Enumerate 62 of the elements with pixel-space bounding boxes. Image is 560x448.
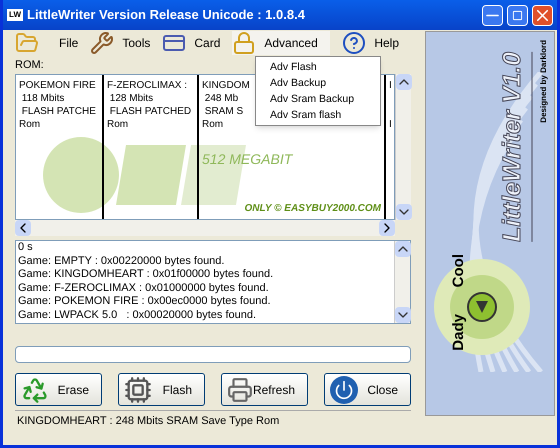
scroll-up-icon[interactable] (395, 241, 411, 257)
folder-icon (15, 31, 39, 55)
scroll-up-icon[interactable] (396, 74, 412, 90)
power-icon (330, 376, 358, 404)
badge-text: Dady (449, 314, 468, 351)
scroll-down-icon[interactable] (396, 204, 412, 220)
scroll-right-icon[interactable] (379, 220, 395, 236)
rom-card-line: 118 Mbits (20, 92, 64, 105)
log-line: Game: POKEMON FIRE : 0x00ec0000 bytes found. (18, 295, 272, 308)
app-icon: LW (7, 9, 23, 21)
rom-banner-caption: 512 MEGABIT (202, 153, 294, 166)
rom-horizontal-scrollbar[interactable] (15, 220, 395, 236)
rom-card-line: I (389, 118, 392, 131)
window-title: LittleWriter Version Release Unicode : 1.0.8.4 (27, 6, 306, 24)
dropdown-item[interactable]: Adv Backup (256, 75, 380, 91)
rom-banner-credit: ONLY © EASYBUY2000.COM (244, 202, 381, 215)
tools-icon (90, 31, 114, 55)
rom-card-line: FLASH PATCHED (108, 105, 192, 118)
menu-item[interactable]: Advanced (232, 31, 330, 55)
designer-credit: Designed by Darklord (538, 40, 549, 123)
action-button[interactable]: Flash (118, 373, 205, 406)
maximize-icon[interactable] (507, 4, 528, 26)
rom-card-line: SRAM S (204, 105, 244, 118)
rom-card-line: KINGDOM (202, 79, 250, 92)
chip-icon (124, 376, 152, 404)
menu-item[interactable]: File (15, 31, 90, 55)
log-line: 0 s (18, 241, 34, 254)
rom-card-line: Rom (19, 118, 40, 131)
rom-card-line: POKEMON FIRE (19, 79, 96, 92)
menu-item[interactable]: Help (342, 31, 411, 55)
rom-card-line: Rom (202, 118, 224, 131)
banner-title: LittleWriter V1.0 (494, 52, 532, 242)
close-icon[interactable] (532, 4, 553, 26)
badge-text: Cool (449, 254, 468, 288)
log-scrollbar[interactable] (394, 241, 410, 323)
rom-card-line: FLASH PATCHE (20, 105, 96, 118)
log-line: Game: F-ZEROCLIMAX : 0x01000000 bytes found. (18, 282, 270, 295)
status-bar: KINGDOMHEART : 248 Mbits SRAM Save Type Rom (15, 410, 411, 430)
menu-item[interactable]: Card (162, 31, 232, 55)
dropdown-item[interactable]: Adv Sram Backup (256, 91, 380, 107)
dropdown-item[interactable]: Adv Flash (256, 59, 380, 75)
action-button[interactable]: Close (324, 373, 411, 406)
rom-card-line: I (389, 79, 392, 92)
log-line: Game: LWPACK 5.0 : 0x00020000 bytes found. (18, 308, 258, 322)
rom-card-line: 248 Mb (204, 92, 238, 105)
log-line: Game: EMPTY : 0x00220000 bytes found. (18, 254, 226, 268)
action-button[interactable]: Refresh (221, 373, 308, 406)
scroll-left-icon[interactable] (15, 220, 31, 236)
rom-label: ROM: (15, 58, 44, 73)
help-icon (342, 31, 366, 55)
scroll-down-icon[interactable] (395, 307, 411, 323)
log-line: Game: KINGDOMHEART : 0x01f00000 bytes found. (18, 268, 274, 282)
action-button[interactable]: Erase (15, 373, 102, 406)
menu-item[interactable]: Tools (90, 31, 162, 55)
rom-card-line: 128 Mbits (108, 92, 154, 105)
rom-card-line: Rom (107, 118, 128, 131)
recycle-bin-icon (21, 376, 49, 404)
dropdown-item[interactable]: Adv Sram flash (256, 107, 380, 123)
rom-card-line: F-ZEROCLIMAX : (107, 79, 188, 92)
lock-icon (232, 31, 256, 55)
rom-scrollbar[interactable] (395, 74, 411, 220)
minimize-icon[interactable] (482, 4, 503, 26)
